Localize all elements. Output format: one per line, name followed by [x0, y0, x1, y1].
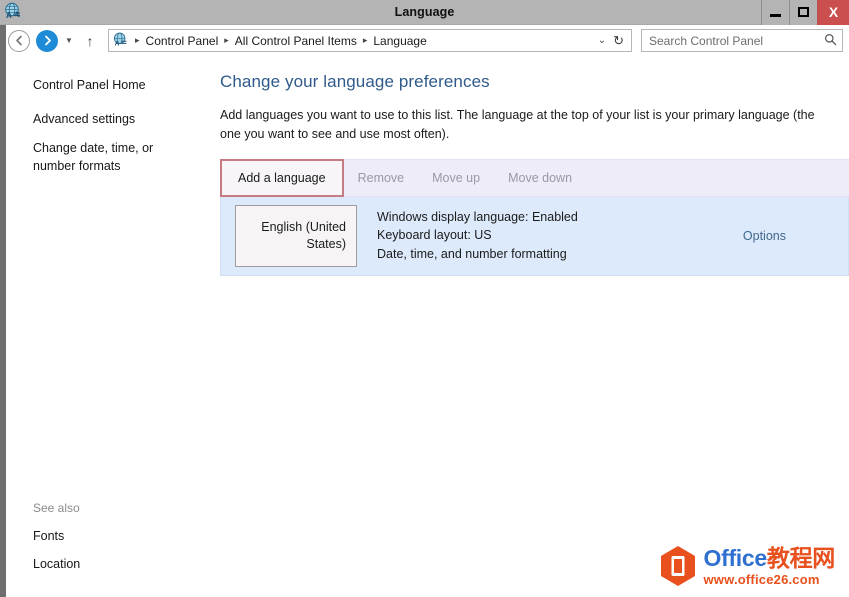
language-keyboard-layout: Keyboard layout: US: [377, 228, 492, 243]
move-up-button: Move up: [432, 170, 481, 185]
page-description: Add languages you want to use to this li…: [220, 108, 815, 142]
watermark: Office教程网 www.office26.com: [659, 544, 836, 587]
sidebar: Control Panel Home Advanced settings Cha…: [0, 56, 206, 597]
back-button[interactable]: [8, 29, 30, 52]
breadcrumb-item-language[interactable]: Language: [371, 34, 428, 48]
language-display-status: Windows display language: Enabled: [377, 209, 578, 224]
move-down-button: Move down: [508, 170, 573, 185]
language-control-panel-window: A Language X ▼ ↑ A ▸ Control Panel ▸ All…: [0, 0, 849, 597]
window-controls: X: [761, 0, 849, 25]
maximize-button[interactable]: [789, 0, 817, 25]
search-input[interactable]: Search Control Panel: [649, 34, 824, 48]
remove-button: Remove: [357, 170, 405, 185]
sidebar-item-fonts[interactable]: Fonts: [33, 529, 196, 543]
language-formatting: Date, time, and number formatting: [377, 247, 567, 262]
svg-text:A: A: [6, 11, 12, 20]
language-toolbar: Add a language Remove Move up Move down: [220, 158, 849, 197]
close-button[interactable]: X: [817, 0, 849, 25]
sidebar-item-control-panel-home[interactable]: Control Panel Home: [33, 76, 196, 94]
sidebar-item-change-date-time-number-formats[interactable]: Change date, time, or number formats: [33, 139, 196, 175]
sidebar-item-location[interactable]: Location: [33, 557, 196, 571]
minimize-button[interactable]: [761, 0, 789, 25]
up-one-level-button[interactable]: ↑: [80, 33, 100, 49]
add-a-language-button[interactable]: Add a language: [220, 158, 344, 197]
page-title: Change your language preferences: [220, 72, 490, 91]
breadcrumb: ▸ Control Panel ▸ All Control Panel Item…: [131, 34, 591, 48]
breadcrumb-separator: ▸: [362, 35, 368, 45]
language-list: English (United States) Windows display …: [220, 196, 849, 276]
search-icon[interactable]: [824, 33, 837, 49]
navigation-bar: ▼ ↑ A ▸ Control Panel ▸ All Control Pane…: [0, 25, 849, 56]
breadcrumb-separator: ▸: [224, 35, 229, 45]
address-bar[interactable]: A ▸ Control Panel ▸ All Control Panel It…: [108, 29, 632, 52]
forward-button[interactable]: [36, 29, 58, 52]
refresh-icon[interactable]: ↻: [613, 33, 628, 49]
breadcrumb-item-all-control-panel-items[interactable]: All Control Panel Items: [233, 34, 359, 48]
language-details: Windows display language: Enabled Keyboa…: [377, 208, 743, 264]
watermark-text: Office教程网 www.office26.com: [703, 544, 836, 587]
language-options-link[interactable]: Options: [743, 229, 848, 243]
main-panel: Change your language preferences Add lan…: [206, 56, 849, 597]
sidebar-item-advanced-settings[interactable]: Advanced settings: [33, 110, 196, 128]
chevron-down-icon[interactable]: ⌄: [591, 35, 613, 46]
breadcrumb-item-control-panel[interactable]: Control Panel: [144, 34, 221, 48]
language-name-tile[interactable]: English (United States): [235, 204, 357, 267]
language-globe-icon: A: [3, 2, 25, 22]
watermark-url: www.office26.com: [703, 571, 820, 587]
watermark-brand-cn: 教程网: [766, 544, 835, 571]
list-item[interactable]: English (United States) Windows display …: [235, 204, 848, 267]
recent-pages-dropdown-icon[interactable]: ▼: [62, 36, 76, 45]
svg-text:A: A: [115, 40, 120, 47]
window-left-border: [0, 25, 6, 597]
search-box[interactable]: Search Control Panel: [641, 29, 843, 52]
office-logo-icon: [659, 545, 697, 587]
title-bar: A Language X: [0, 0, 849, 25]
sidebar-see-also-section: See also Fonts Location: [33, 501, 196, 597]
see-also-heading: See also: [33, 501, 80, 515]
watermark-brand: Office教程网: [703, 544, 836, 571]
content-area: Control Panel Home Advanced settings Cha…: [0, 56, 849, 597]
watermark-brand-en: Office: [703, 544, 768, 571]
breadcrumb-separator: ▸: [135, 35, 140, 45]
address-bar-language-icon: A: [112, 32, 130, 49]
window-title: Language: [394, 5, 455, 19]
